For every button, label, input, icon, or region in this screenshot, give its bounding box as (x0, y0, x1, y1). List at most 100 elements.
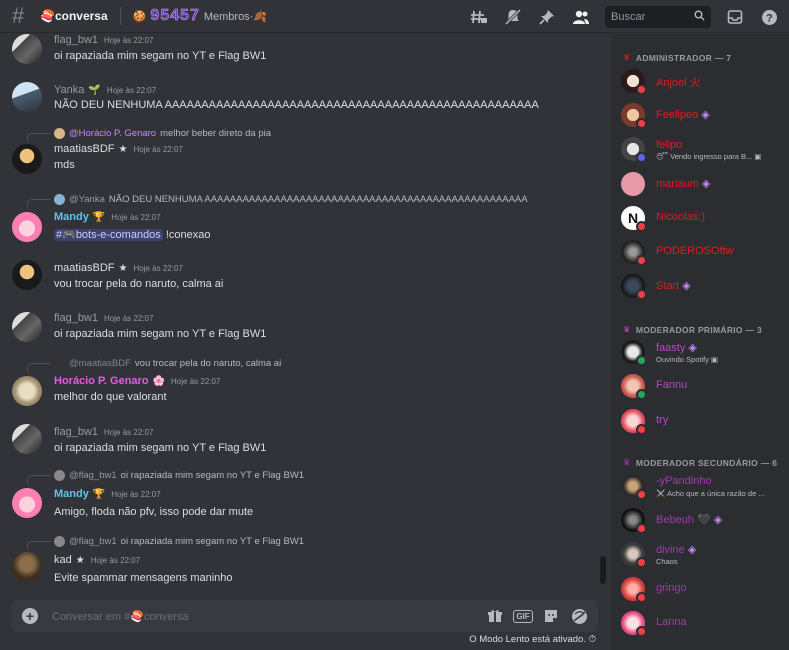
boost-icon: ◈ (688, 342, 697, 354)
member-item[interactable]: Lanna (621, 607, 781, 639)
threads-icon[interactable] (469, 7, 489, 27)
reply-connector (27, 475, 51, 483)
chat-scrollbar[interactable] (600, 556, 606, 584)
message-content: #🎮bots-e-comandos !conexao (54, 228, 211, 241)
member-item[interactable]: divine ◈ Chaos (621, 538, 781, 570)
member-item[interactable]: faasty ◈ Ouvindo Spotify ▣ (621, 336, 781, 368)
sticker-icon[interactable] (542, 607, 560, 625)
reply-text: oi rapaziada mim segam no YT e Flag BW1 (120, 470, 305, 481)
role-group-title: MODERADOR PRIMÁRIO — 3 (635, 324, 762, 335)
member-list-icon[interactable] (571, 7, 591, 27)
member-count: 95457 (150, 7, 200, 25)
emoji-icon[interactable] (570, 607, 588, 625)
member-item[interactable]: -yPandinho ⚔️ Acho que a única razão de .… (621, 470, 781, 502)
message-author[interactable]: flag_bw1 Hoje às 22:07 (54, 34, 153, 46)
avatar[interactable] (12, 260, 42, 290)
author-name[interactable]: Mandy (54, 488, 89, 500)
reply-author[interactable]: @Yanka (69, 194, 105, 205)
message-author[interactable]: flag_bw1 Hoje às 22:07 (54, 426, 153, 438)
message-list[interactable]: flag_bw1 Hoje às 22:07 oi rapaziada mim s… (0, 34, 608, 594)
pin-icon[interactable] (537, 7, 557, 27)
author-name[interactable]: Yanka (54, 84, 84, 96)
reply-preview[interactable]: @flag_bw1 oi rapaziada mim segam no YT e … (54, 536, 304, 547)
author-name[interactable]: Mandy (54, 211, 89, 223)
member-list[interactable]: ♛ ADMINISTRADOR — 7 Anjoel 火 Feelipeo ◈ f… (611, 34, 789, 650)
member-name: Fannu (656, 379, 688, 391)
avatar[interactable] (12, 212, 42, 242)
avatar[interactable] (12, 82, 42, 112)
message-composer[interactable]: + Conversar em #🍣conversa GIF (12, 600, 598, 632)
reply-author[interactable]: @flag_bw1 (69, 536, 117, 547)
avatar[interactable] (12, 144, 42, 174)
timestamp: Hoje às 22:07 (104, 428, 154, 437)
reply-preview[interactable]: @maatiasBDF vou trocar pela do naruto, ca… (54, 358, 281, 369)
member-item[interactable]: Bebeuh 🖤 ◈ (621, 504, 781, 536)
reply-author[interactable]: @maatiasBDF (69, 358, 131, 369)
timestamp: Hoje às 22:07 (111, 490, 161, 499)
member-item[interactable]: N Nicoolas;) (621, 202, 781, 234)
clock-icon: ⏱ (588, 634, 596, 645)
message-author[interactable]: Mandy 🏆 Hoje às 22:07 (54, 488, 161, 500)
message-author[interactable]: kad ★ Hoje às 22:07 (54, 554, 140, 566)
boost-icon: ◈ (701, 109, 710, 121)
notifications-muted-icon[interactable] (503, 7, 523, 27)
avatar[interactable] (12, 424, 42, 454)
member-item[interactable]: Feelipeo ◈ (621, 99, 781, 131)
reply-connector (27, 541, 51, 549)
author-name[interactable]: flag_bw1 (54, 426, 98, 438)
timestamp: Hoje às 22:07 (111, 213, 161, 222)
member-name: felipo (656, 139, 683, 151)
message-author[interactable]: Yanka 🌱 Hoje às 22:07 (54, 84, 156, 96)
member-item[interactable]: mariaum ◈ (621, 168, 781, 200)
avatar[interactable] (12, 552, 42, 582)
reply-preview[interactable]: @Horácio P. Genaro melhor beber direto da… (54, 128, 271, 139)
add-attachment-icon[interactable]: + (22, 608, 38, 624)
author-name[interactable]: maatiasBDF (54, 262, 115, 274)
avatar[interactable] (12, 488, 42, 518)
member-name: Nicoolas;) (656, 211, 705, 223)
gif-icon[interactable]: GIF (513, 607, 533, 625)
role-badge-icon: 🏆 (92, 489, 106, 500)
message-content: oi rapaziada mim segam no YT e Flag BW1 (54, 328, 267, 340)
member-item[interactable]: try (621, 405, 781, 437)
channel-header: # 🍣conversa 🍪 95457 Membros·🍂 Buscar ? (0, 0, 789, 33)
member-item[interactable]: felipo 😴 Vendo ingresso para B... ▣ (621, 133, 781, 165)
member-item[interactable]: PODEROSOftw (621, 236, 781, 268)
author-name[interactable]: Horácio P. Genaro (54, 375, 149, 387)
avatar[interactable] (12, 376, 42, 406)
reply-preview[interactable]: @Yanka NÃO DEU NENHUMA AAAAAAAAAAAAAAAAAA… (54, 194, 528, 205)
topic-emoji: 🍪 (132, 10, 147, 23)
message-author[interactable]: maatiasBDF ★ Hoje às 22:07 (54, 262, 183, 274)
message-author[interactable]: maatiasBDF ★ Hoje às 22:07 (54, 143, 183, 155)
header-divider (119, 7, 121, 25)
author-name[interactable]: kad (54, 554, 72, 566)
author-name[interactable]: maatiasBDF (54, 143, 115, 155)
reply-author[interactable]: @Horácio P. Genaro (69, 128, 156, 139)
reply-text: oi rapaziada mim segam no YT e Flag BW1 (120, 536, 305, 547)
message-author[interactable]: flag_bw1 Hoje às 22:07 (54, 312, 153, 324)
member-item[interactable]: Fannu (621, 370, 781, 402)
avatar[interactable] (12, 312, 42, 342)
author-name[interactable]: flag_bw1 (54, 34, 98, 46)
reply-author[interactable]: @flag_bw1 (69, 470, 117, 481)
search-input[interactable]: Buscar (605, 6, 711, 28)
member-item[interactable]: Start ◈ (621, 270, 781, 302)
status-online-icon (636, 389, 647, 400)
reply-preview[interactable]: @flag_bw1 oi rapaziada mim segam no YT e … (54, 470, 304, 481)
avatar[interactable] (12, 34, 42, 64)
message: @flag_bw1 oi rapaziada mim segam no YT e … (0, 536, 600, 586)
message-text: !conexao (165, 229, 211, 241)
member-custom-status: 😴 Vendo ingresso para B... ▣ (656, 152, 761, 161)
help-icon[interactable]: ? (759, 7, 779, 27)
gift-icon[interactable] (486, 607, 504, 625)
inbox-icon[interactable] (725, 7, 745, 27)
slowmode-text: O Modo Lento está ativado. (469, 634, 586, 645)
message-author[interactable]: Mandy 🏆 Hoje às 22:07 (54, 211, 161, 223)
channel-mention[interactable]: #🎮bots-e-comandos (54, 229, 163, 241)
message-author[interactable]: Horácio P. Genaro 🌸 Hoje às 22:07 (54, 375, 220, 387)
author-name[interactable]: flag_bw1 (54, 312, 98, 324)
member-item[interactable]: gringo (621, 573, 781, 605)
channel-topic: 🍪 95457 Membros·🍂 (133, 7, 267, 25)
member-item[interactable]: Anjoel 火 (621, 65, 781, 97)
member-name: PODEROSOftw (656, 245, 734, 257)
